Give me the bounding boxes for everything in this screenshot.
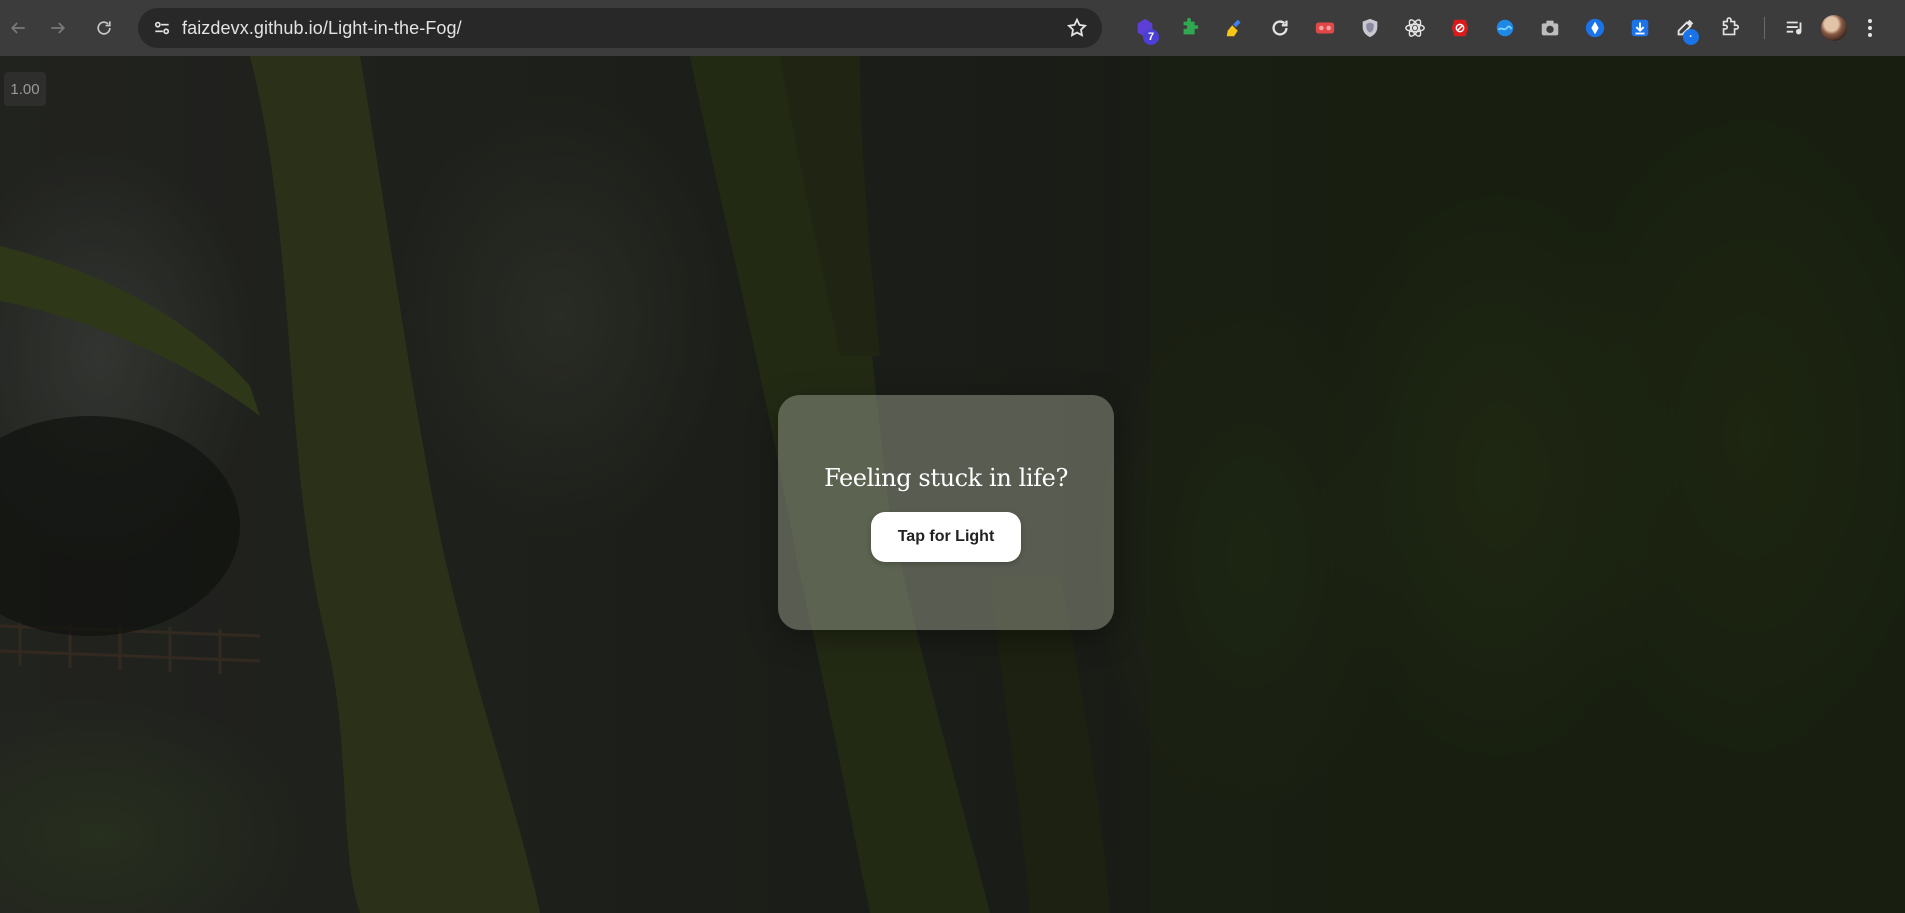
shield-icon <box>1362 18 1377 38</box>
extension-red-blocker[interactable] <box>1437 8 1482 48</box>
url-text[interactable]: faizdevx.github.io/Light-in-the-Fog/ <box>182 18 462 39</box>
extension-badge: · <box>1683 29 1699 45</box>
arrow-right-icon <box>51 22 66 34</box>
profile-avatar[interactable] <box>1821 15 1847 41</box>
camera-icon <box>1541 20 1558 36</box>
page-viewport: 1.00 Feeling stuck in life? Tap for Ligh… <box>0 56 1905 913</box>
forward-button[interactable] <box>40 10 76 46</box>
prompt-card: Feeling stuck in life? Tap for Light <box>778 395 1114 630</box>
zoom-indicator: 1.00 <box>4 72 46 106</box>
blue-drop-icon <box>1585 18 1604 38</box>
site-info-icon[interactable] <box>148 14 176 42</box>
extension-badge: 7 <box>1143 29 1159 45</box>
extension-atom[interactable] <box>1392 8 1437 48</box>
extension-camera[interactable] <box>1527 8 1572 48</box>
toolbar-divider <box>1764 17 1765 39</box>
extension-eyedropper[interactable]: · <box>1662 8 1707 48</box>
reading-list-button[interactable] <box>1777 8 1813 48</box>
extension-broom[interactable] <box>1212 8 1257 48</box>
red-blocker-icon <box>1451 19 1468 37</box>
blue-wave-icon <box>1496 19 1513 37</box>
puzzle-green-icon <box>1183 17 1198 35</box>
back-button[interactable] <box>0 10 36 46</box>
reload-button[interactable] <box>86 10 122 46</box>
extension-blue-drop[interactable] <box>1572 8 1617 48</box>
extension-download[interactable] <box>1617 8 1662 48</box>
url-host: faizdevx.github.io <box>182 17 323 38</box>
atom-icon <box>1404 19 1425 37</box>
extension-blue-wave[interactable] <box>1482 8 1527 48</box>
browser-menu-button[interactable] <box>1855 8 1885 48</box>
extensions-menu-button[interactable] <box>1707 8 1752 48</box>
vr-red-icon <box>1315 22 1334 34</box>
url-path: /Light-in-the-Fog/ <box>322 17 462 38</box>
reload-c-icon <box>1271 20 1288 36</box>
address-bar[interactable]: faizdevx.github.io/Light-in-the-Fog/ <box>138 8 1102 48</box>
reload-icon <box>97 21 111 35</box>
bookmark-star-icon[interactable] <box>1066 17 1088 39</box>
browser-toolbar: faizdevx.github.io/Light-in-the-Fog/ 7 · <box>0 0 1905 56</box>
extension-puzzle-green[interactable] <box>1167 8 1212 48</box>
broom-icon <box>1226 19 1240 37</box>
extension-shield[interactable] <box>1347 8 1392 48</box>
extensions-row: 7 · <box>1122 8 1885 48</box>
kebab-menu-icon <box>1868 19 1872 37</box>
card-title: Feeling stuck in life? <box>824 463 1068 492</box>
media-queue-icon <box>1786 21 1802 35</box>
tap-for-light-button[interactable]: Tap for Light <box>871 511 1021 562</box>
extensions-puzzle-icon <box>1722 17 1739 36</box>
extension-reload-c[interactable] <box>1257 8 1302 48</box>
extension-hexagon[interactable]: 7 <box>1122 8 1167 48</box>
arrow-left-icon <box>10 22 25 34</box>
extension-vr-red[interactable] <box>1302 8 1347 48</box>
download-icon <box>1631 19 1648 37</box>
